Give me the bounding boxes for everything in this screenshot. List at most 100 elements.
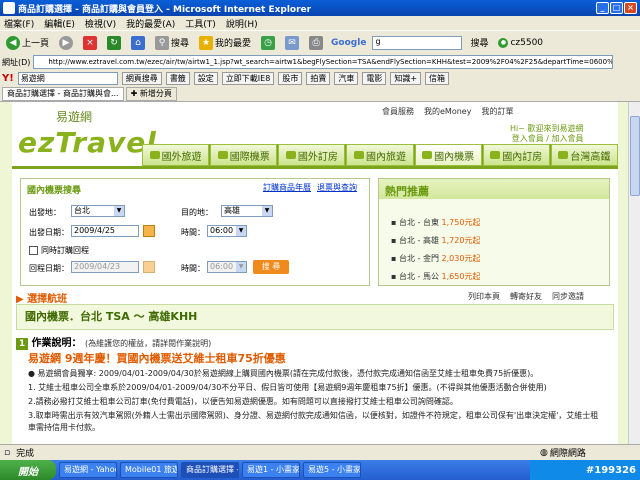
tab-domestic-flight[interactable]: 國內機票 xyxy=(414,144,482,166)
menu-help[interactable]: 說明(H) xyxy=(226,17,258,30)
tab-new[interactable]: ✚ 新增分頁 xyxy=(125,86,177,101)
hotel-icon xyxy=(285,151,296,159)
print-link[interactable]: 列印本頁 xyxy=(468,291,500,302)
home-button[interactable]: ⌂ xyxy=(129,33,147,53)
plane-icon xyxy=(422,151,433,159)
chevron-down-icon: ▼ xyxy=(236,262,246,272)
emoney-link[interactable]: 我的eMoney xyxy=(424,106,471,122)
refund-link[interactable]: 退票與查詢 xyxy=(317,182,357,193)
close-button[interactable]: × xyxy=(624,2,637,14)
eztravel-logo[interactable]: 易遊網 ezTravel xyxy=(16,108,156,168)
depart-time-select[interactable]: 06:00 ▼ xyxy=(207,225,247,237)
google-logo: Google xyxy=(331,37,367,48)
tab-overseas-hotel[interactable]: 國外訂房 xyxy=(278,144,346,166)
print-icon: ⎙ xyxy=(309,35,324,50)
scroll-thumb[interactable] xyxy=(630,116,640,196)
task-item[interactable]: 易遊網 - Yahoo!... xyxy=(59,462,117,478)
google-search-button[interactable]: 搜尋 xyxy=(468,33,490,53)
tab-overseas-tour[interactable]: 國外旅遊 xyxy=(142,144,210,166)
vertical-scrollbar[interactable] xyxy=(628,102,640,444)
movie-button[interactable]: 電影 xyxy=(362,71,387,85)
globe-icon: ◍ xyxy=(540,447,548,458)
address-input[interactable]: http://www.eztravel.com.tw/ezec/air/tw/a… xyxy=(33,55,614,69)
return-date-input[interactable]: 2009/04/23 xyxy=(71,261,139,273)
refresh-button[interactable]: ↻ xyxy=(105,33,123,53)
search-submit-button[interactable]: 搜 尋 xyxy=(253,260,289,274)
stop-icon: × xyxy=(83,35,98,50)
security-zone: ◍ 網際網路 xyxy=(540,447,586,460)
calendar-link[interactable]: 訂購商品年曆 xyxy=(263,182,311,193)
sync-invite-link[interactable]: 同步邀請 xyxy=(552,291,584,302)
login-join-link[interactable]: 登入會員 / 加入會員 xyxy=(510,134,584,144)
forward-link[interactable]: 轉寄好友 xyxy=(510,291,542,302)
hot-recommend-box: 熱門推薦 ▪ 台北 - 台東 1,750元起 ▪ 台北 - 高雄 1,720元起… xyxy=(378,178,610,286)
menu-view[interactable]: 檢視(V) xyxy=(85,17,116,30)
bookmark-button[interactable]: 書籤 xyxy=(165,71,190,85)
select-flight-title: ▶ 選擇航班 xyxy=(16,294,68,305)
status-bar: ▫ 完成 ◍ 網際網路 xyxy=(0,444,640,460)
tab-bar: 商品訂購選擇 - 商品訂購與會... ✚ 新增分頁 xyxy=(0,86,640,102)
mail-button-yahoo[interactable]: 信箱 xyxy=(425,71,450,85)
hot-item[interactable]: ▪ 台北 - 金門 2,030元起 xyxy=(391,253,480,264)
hot-item[interactable]: ▪ 台北 - 馬公 1,650元起 xyxy=(391,271,480,282)
my-orders-link[interactable]: 我的訂單 xyxy=(481,106,513,122)
maximize-button[interactable]: □ xyxy=(610,2,623,14)
knowledge-button[interactable]: 知識+ xyxy=(390,71,422,85)
hot-item[interactable]: ▪ 台北 - 高雄 1,720元起 xyxy=(391,235,480,246)
mail-button[interactable]: ✉ xyxy=(283,33,301,53)
car-button[interactable]: 汽車 xyxy=(334,71,359,85)
search-icon: ⚲ xyxy=(155,35,170,50)
menu-edit[interactable]: 編輯(E) xyxy=(44,17,75,30)
menu-tools[interactable]: 工具(T) xyxy=(185,17,216,30)
auction-button[interactable]: 拍賣 xyxy=(306,71,331,85)
tab-current[interactable]: 商品訂購選擇 - 商品訂購與會... xyxy=(2,86,124,101)
calendar-icon[interactable] xyxy=(143,225,155,237)
hot-title: 熱門推薦 xyxy=(385,185,429,198)
calendar-icon[interactable] xyxy=(143,261,155,273)
search-button[interactable]: ⚲ 搜尋 xyxy=(153,33,191,53)
stop-button[interactable]: × xyxy=(81,33,99,53)
instruction-paragraph: 2.請務必撥打艾維士租車公司訂車(免付費電話)，以便告知易遊網優惠。如有問題可以… xyxy=(28,397,458,406)
hot-item[interactable]: ▪ 台北 - 台東 1,750元起 xyxy=(391,217,480,228)
search-links: 訂購商品年曆 退票與查詢 xyxy=(263,182,357,193)
chevron-down-icon: ▼ xyxy=(262,206,272,216)
task-item[interactable]: Mobile01 旅遊與... xyxy=(120,462,178,478)
history-button[interactable]: ◷ xyxy=(259,33,277,53)
task-item[interactable]: 易遊1 - 小畫家 xyxy=(242,462,300,478)
roundtrip-checkbox[interactable] xyxy=(29,246,38,255)
forward-button[interactable]: ▶ xyxy=(57,33,75,53)
task-item[interactable]: 易遊5 - 小畫家 xyxy=(303,462,361,478)
settings-button[interactable]: 設定 xyxy=(193,71,218,85)
member-service-link[interactable]: 會員服務 xyxy=(382,106,414,122)
favorites-button[interactable]: ★ 我的最愛 xyxy=(197,33,253,53)
menu-favorites[interactable]: 我的最愛(A) xyxy=(126,17,175,30)
download-ie8-button[interactable]: 立即下載IE8 xyxy=(221,71,275,85)
depart-date-input[interactable]: 2009/4/25 xyxy=(71,225,139,237)
menu-file[interactable]: 檔案(F) xyxy=(4,17,34,30)
google-search-input[interactable]: g xyxy=(372,35,463,50)
return-time-select[interactable]: 06:00 ▼ xyxy=(207,261,247,273)
tab-domestic-hotel[interactable]: 國內訂房 xyxy=(482,144,550,166)
time-label: 時間： xyxy=(181,228,205,237)
flight-search-box: 國內機票搜尋 訂購商品年曆 退票與查詢 出發地： 台北 ▼ 目的地： 高雄 ▼ 出發… xyxy=(20,178,370,286)
dest-select[interactable]: 高雄 ▼ xyxy=(221,205,273,217)
back-arrow-icon: ◀ xyxy=(6,35,20,50)
page-viewport: 易遊網 ezTravel 會員服務 我的eMoney 我的訂單 Hi~ 歡迎來到… xyxy=(0,102,628,444)
instruction-paragraph: ● 易遊網會員獨享: 2009/04/01-2009/04/30於易遊網線上購買… xyxy=(28,369,539,378)
user-account[interactable]: ● cz5500 xyxy=(496,33,545,53)
print-button[interactable]: ⎙ xyxy=(307,33,325,53)
roundtrip-checkbox-row[interactable]: 同時訂購回程 xyxy=(29,245,89,256)
start-button[interactable]: 開始 xyxy=(0,460,56,480)
tab-domestic-tour[interactable]: 國內旅遊 xyxy=(346,144,414,166)
minimize-button[interactable]: _ xyxy=(596,2,609,14)
depart-select[interactable]: 台北 ▼ xyxy=(71,205,125,217)
back-button[interactable]: ◀ 上一頁 xyxy=(4,33,51,53)
stock-button[interactable]: 股市 xyxy=(278,71,303,85)
yahoo-toolbar: Y! 易遊網 網頁搜尋 書籤 設定 立即下載IE8 股市 拍賣 汽車 電影 知識… xyxy=(0,70,640,86)
tab-intl-flight[interactable]: 國際機票 xyxy=(210,144,278,166)
yahoo-search-input[interactable]: 易遊網 xyxy=(17,71,118,85)
chevron-down-icon: ▼ xyxy=(114,206,124,216)
tab-hsr[interactable]: 台灣高鐵 xyxy=(550,144,618,166)
web-search-button[interactable]: 網頁搜尋 xyxy=(121,71,162,85)
task-item-active[interactable]: 商品訂購選擇 - ... xyxy=(181,462,239,478)
